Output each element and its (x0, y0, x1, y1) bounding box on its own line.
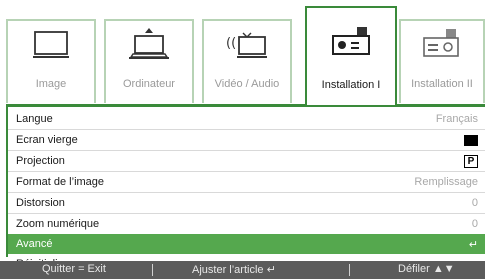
monitor-icon (33, 31, 69, 58)
menu-item-ecran-vierge[interactable]: Ecran vierge (8, 131, 485, 149)
menu-item-label: Avancé (16, 238, 53, 250)
menu-item-langue[interactable]: Langue Français (8, 110, 485, 128)
divider (8, 129, 485, 130)
tab-label: Installation I (321, 79, 381, 91)
menu-item-format-image[interactable]: Format de l’image Remplissage (8, 173, 485, 191)
footer-bar: Quitter = Exit Ajuster l’article ↵ Défil… (0, 261, 485, 279)
video-audio-icon: (( (226, 32, 267, 58)
divider (8, 150, 485, 151)
tab-label: Installation II (411, 78, 473, 90)
menu-item-value: Français (435, 113, 478, 125)
footer-scroll-hint: Défiler ▲▼ (398, 263, 455, 275)
tab-video-audio[interactable]: (( Vidéo / Audio (202, 19, 292, 103)
settings-menu: Langue Français Ecran vierge Projection … (6, 107, 485, 271)
menu-item-distorsion[interactable]: Distorsion 0 (8, 194, 485, 212)
enter-icon: ↵ (468, 238, 478, 251)
osd-menu: Image Ordinateur (( Vidéo / Audio Instal… (0, 0, 485, 279)
menu-item-avance[interactable]: Avancé ↵ (8, 234, 485, 254)
menu-item-label: Distorsion (16, 197, 65, 209)
tab-label: Ordinateur (123, 78, 175, 90)
tab-bar: Image Ordinateur (( Vidéo / Audio Instal… (6, 6, 485, 106)
tab-image[interactable]: Image (6, 19, 96, 103)
divider (8, 192, 485, 193)
menu-item-value: 0 (471, 197, 478, 209)
menu-item-label: Format de l’image (16, 176, 105, 188)
menu-item-zoom-numerique[interactable]: Zoom numérique 0 (8, 215, 485, 233)
projector-icon (423, 29, 459, 57)
menu-item-projection[interactable]: Projection P (8, 152, 485, 170)
footer-divider (152, 264, 153, 276)
projector-icon (332, 27, 370, 55)
footer-adjust-hint: Ajuster l’article ↵ (192, 264, 276, 276)
menu-item-value: 0 (471, 218, 478, 230)
menu-item-value: Remplissage (414, 176, 478, 188)
footer-quit-hint: Quitter = Exit (42, 263, 106, 275)
tab-installation-1[interactable]: Installation I (305, 6, 397, 105)
divider (8, 171, 485, 172)
tab-ordinateur[interactable]: Ordinateur (104, 19, 194, 103)
tab-label: Vidéo / Audio (214, 78, 280, 90)
menu-item-label: Projection (16, 155, 65, 167)
divider (8, 213, 485, 214)
menu-item-label: Langue (16, 113, 53, 125)
tab-installation-2[interactable]: Installation II (399, 19, 485, 103)
projection-mode-icon: P (464, 154, 478, 168)
menu-item-label: Zoom numérique (16, 218, 100, 230)
computer-icon (129, 28, 169, 59)
svg-text:((: (( (226, 36, 236, 51)
tab-label: Image (35, 78, 67, 90)
menu-item-label: Ecran vierge (16, 134, 78, 146)
footer-divider (349, 264, 350, 276)
black-square-icon (464, 134, 478, 146)
